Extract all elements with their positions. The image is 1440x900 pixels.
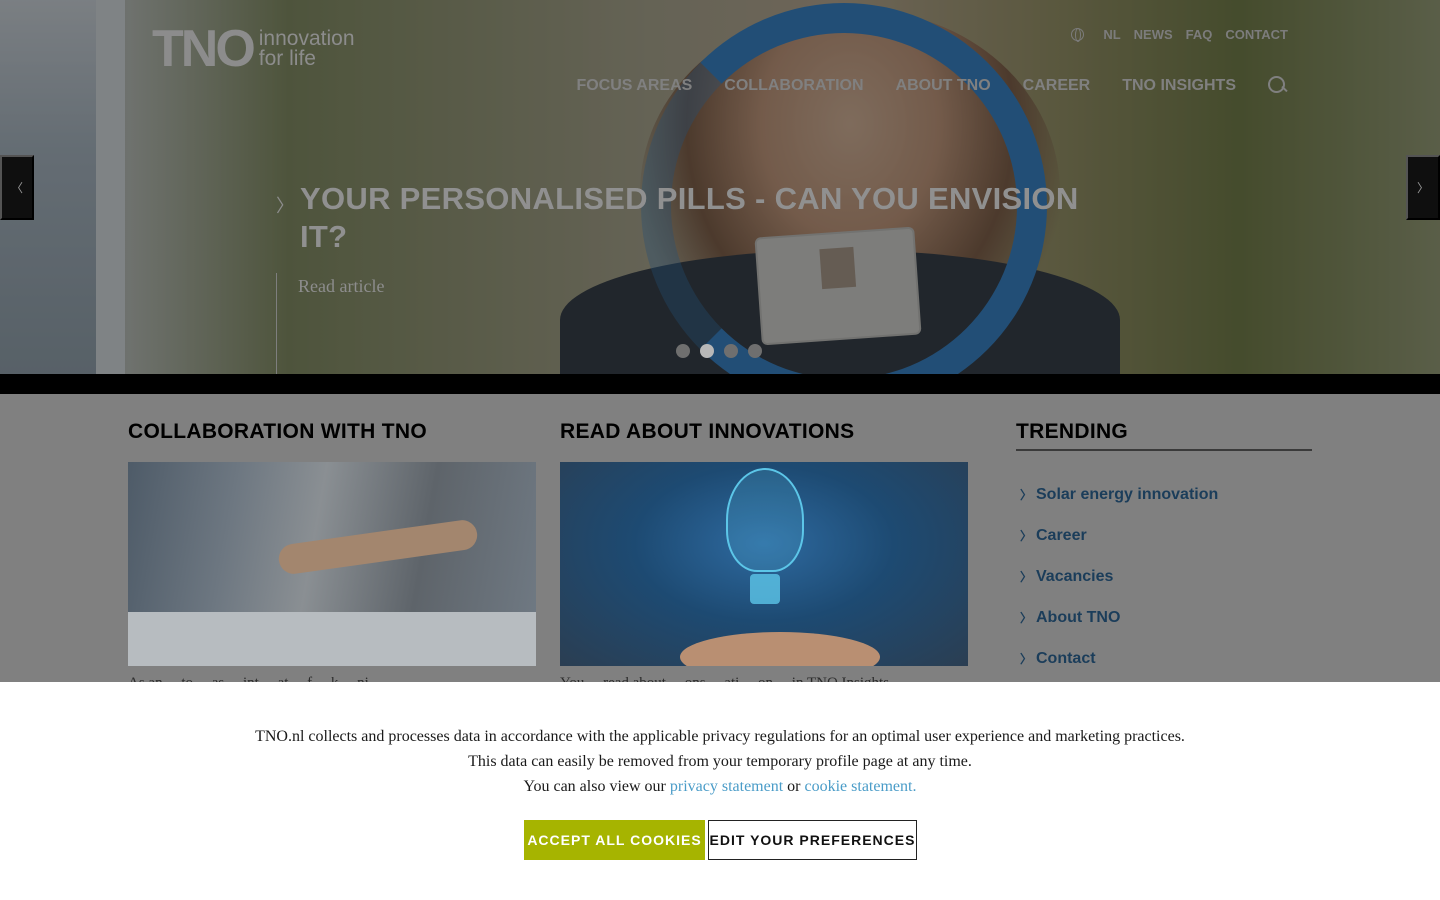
lightbulb-base (750, 574, 780, 604)
collaboration-image[interactable] (128, 462, 536, 666)
trending-item[interactable]: 〉 Career (1016, 515, 1218, 556)
hero-read-article-link[interactable]: Read article (298, 276, 384, 297)
util-nav-faq[interactable]: FAQ (1186, 27, 1213, 42)
chevron-right-icon: 〉 (1020, 488, 1033, 502)
trending-item-label: Vacancies (1036, 567, 1114, 585)
nav-collaboration[interactable]: COLLABORATION (724, 77, 863, 95)
edit-preferences-button[interactable]: EDIT YOUR PREFERENCES (708, 820, 917, 860)
chevron-right-icon: 〉 (276, 196, 294, 217)
hero-carousel: TNO innovation for life NL NEWS FAQ CONT… (0, 0, 1440, 374)
chevron-right-icon: 〉 (1020, 570, 1033, 584)
innovations-title[interactable]: READ ABOUT INNOVATIONS (560, 420, 854, 444)
cookie-statement-link[interactable]: cookie statement. (805, 778, 917, 795)
search-icon[interactable] (1268, 76, 1288, 96)
trending-item-label: About TNO (1036, 608, 1121, 626)
collaboration-image-handshake (276, 518, 480, 576)
collaboration-image-desk (128, 612, 536, 666)
trending-item-label: Career (1036, 526, 1087, 544)
carousel-prev-button[interactable]: 〈 (0, 155, 34, 220)
nav-tno-insights[interactable]: TNO INSIGHTS (1122, 77, 1236, 95)
nav-career[interactable]: CAREER (1023, 77, 1091, 95)
cookie-or: or (787, 778, 801, 795)
logo-tagline-line2: for life (258, 47, 316, 70)
trending-item[interactable]: 〉 Solar energy innovation (1016, 474, 1218, 515)
carousel-next-button[interactable]: 〉 (1406, 155, 1440, 220)
util-nav-news[interactable]: NEWS (1134, 27, 1173, 42)
cookie-line-2: This data can easily be removed from you… (468, 753, 972, 770)
carousel-dots (676, 344, 762, 358)
cookie-actions: ACCEPT ALL COOKIES EDIT YOUR PREFERENCES (524, 820, 917, 860)
nav-about-tno[interactable]: ABOUT TNO (896, 77, 991, 95)
accept-all-cookies-button[interactable]: ACCEPT ALL COOKIES (524, 820, 705, 860)
hero-title[interactable]: YOUR PERSONALISED PILLS - CAN YOU ENVISI… (300, 180, 1116, 256)
carousel-dot-3[interactable] (724, 344, 738, 358)
utility-nav: NL NEWS FAQ CONTACT (1071, 27, 1288, 42)
chevron-right-icon: 〉 (1020, 652, 1033, 666)
trending-list: 〉 Solar energy innovation 〉 Career 〉 Vacanc… (1016, 474, 1218, 679)
carousel-dot-2[interactable] (700, 344, 714, 358)
cookie-line-3-prefix: You can also view our (523, 778, 666, 795)
chevron-right-icon: 〉 (1020, 529, 1033, 543)
hero-caption: 〉 YOUR PERSONALISED PILLS - CAN YOU ENVI… (276, 180, 1116, 296)
collaboration-title[interactable]: COLLABORATION WITH TNO (128, 420, 427, 444)
innovations-image-hand (680, 632, 880, 666)
cookie-message: TNO.nl collects and processes data in ac… (0, 724, 1440, 799)
trending-item[interactable]: 〉 About TNO (1016, 597, 1218, 638)
trending-item[interactable]: 〉 Vacancies (1016, 556, 1218, 597)
trending-item-label: Contact (1036, 649, 1096, 667)
cookie-banner: TNO.nl collects and processes data in ac… (0, 682, 1440, 900)
cookie-line-1: TNO.nl collects and processes data in ac… (255, 728, 1185, 745)
logo-mark: TNO (152, 20, 256, 78)
privacy-statement-link[interactable]: privacy statement (670, 778, 783, 795)
logo-tagline: innovation for life (258, 28, 355, 70)
util-nav-contact[interactable]: CONTACT (1225, 27, 1288, 42)
util-nav-nl[interactable]: NL (1103, 27, 1120, 42)
chevron-right-icon: 〉 (1020, 611, 1033, 625)
lightbulb-icon (726, 468, 804, 572)
globe-icon[interactable] (1071, 28, 1085, 42)
carousel-dot-4[interactable] (748, 344, 762, 358)
main-nav: FOCUS AREAS COLLABORATION ABOUT TNO CARE… (576, 76, 1288, 96)
innovations-image[interactable] (560, 462, 968, 666)
tno-logo[interactable]: TNO innovation for life (152, 20, 355, 78)
hero-bottom-bar (0, 374, 1440, 394)
hero-divider (276, 273, 277, 374)
carousel-dot-1[interactable] (676, 344, 690, 358)
nav-focus-areas[interactable]: FOCUS AREAS (576, 77, 692, 95)
trending-title: TRENDING (1016, 420, 1312, 451)
trending-item[interactable]: 〉 Contact (1016, 638, 1218, 679)
trending-item-label: Solar energy innovation (1036, 485, 1219, 503)
